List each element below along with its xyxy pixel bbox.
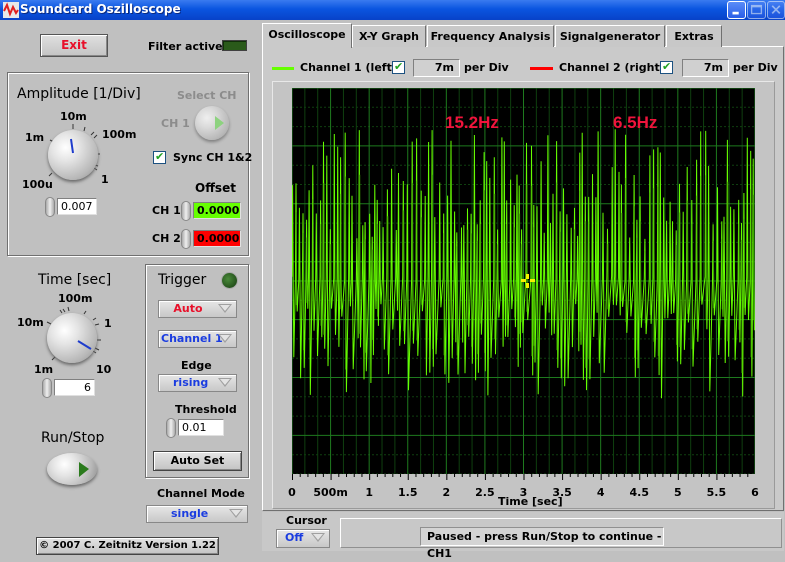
copyright-version: © 2007 C. Zeitnitz Version 1.22	[36, 537, 219, 555]
ch1-frequency-readout: 15.2Hz	[445, 113, 499, 132]
x-tick-label: 4.5	[629, 486, 650, 499]
title-bar: Soundcard Oszilloscope	[0, 0, 785, 20]
sync-ch-checkbox[interactable]: ✔	[153, 150, 166, 164]
trigger-led	[222, 273, 237, 288]
offset-ch2-spinner[interactable]	[181, 229, 191, 249]
time-spinner[interactable]	[42, 378, 52, 398]
x-tick-label: 0	[288, 486, 296, 499]
cursor-value: Off	[285, 531, 304, 544]
select-ch-button[interactable]	[195, 106, 229, 140]
x-tick-label: 1.5	[398, 486, 418, 499]
checkmark-icon: ✔	[662, 60, 672, 73]
maximize-button[interactable]	[747, 1, 766, 19]
close-icon	[771, 5, 781, 14]
filter-active-led	[222, 40, 247, 51]
offset-ch2-label: CH 2	[152, 232, 181, 245]
checkmark-icon: ✔	[155, 150, 165, 163]
minimize-icon	[732, 11, 739, 15]
status-message: Paused - press Run/Stop to continue - CH…	[420, 527, 664, 560]
select-ch-title: Select CH	[177, 89, 237, 102]
time-value-field[interactable]: 6	[54, 379, 95, 396]
tab-frequency-analysis[interactable]: Frequency Analysis	[427, 25, 554, 47]
filter-active-label: Filter active	[148, 40, 223, 53]
amplitude-value-field[interactable]: 0.007	[57, 198, 97, 215]
tab-xy-graph[interactable]: X-Y Graph	[352, 25, 426, 47]
time-knob[interactable]	[47, 313, 97, 363]
chevron-down-icon	[218, 334, 232, 343]
x-tick-label: 4	[596, 486, 605, 499]
chevron-down-icon	[218, 378, 232, 387]
time-knob-pointer	[77, 340, 92, 350]
auto-set-button[interactable]: Auto Set	[153, 451, 242, 471]
offset-ch2-field[interactable]: 0.0000	[193, 230, 241, 247]
amplitude-spinner[interactable]	[45, 197, 55, 217]
threshold-label: Threshold	[175, 403, 237, 416]
amplitude-knob-pointer	[70, 138, 74, 154]
ch1-visible-checkbox[interactable]: ✔	[392, 60, 405, 74]
x-axis-ticks	[292, 474, 749, 480]
tab-signalgenerator[interactable]: Signalgenerator	[555, 25, 665, 47]
amplitude-title: Amplitude [1/Div]	[17, 86, 141, 102]
scope-plot-area[interactable]: 15.2Hz 6.5Hz	[292, 88, 755, 474]
close-button[interactable]	[767, 1, 785, 19]
ch2-per-div-field[interactable]: 7m	[682, 59, 729, 77]
ch1-legend-swatch	[272, 67, 294, 70]
sync-ch-label: Sync CH 1&2	[173, 151, 253, 164]
checkmark-icon: ✔	[394, 60, 404, 73]
trigger-edge-value: rising	[173, 376, 209, 389]
tab-extras[interactable]: Extras	[666, 25, 722, 47]
ch1-per-div-field[interactable]: 7m	[413, 59, 460, 77]
oscilloscope-app-icon	[3, 2, 19, 18]
chevron-down-icon	[229, 509, 243, 518]
maximize-icon	[750, 4, 763, 15]
x-tick-label: 2.5	[475, 486, 495, 499]
ch2-per-div-label: per Div	[733, 61, 778, 74]
edge-label: Edge	[181, 359, 212, 372]
run-stop-label: Run/Stop	[41, 430, 105, 446]
run-stop-button[interactable]	[47, 453, 97, 485]
trigger-source-value: Channel 1	[161, 332, 223, 345]
chevron-down-icon	[218, 304, 232, 313]
x-tick-label: 2	[442, 486, 451, 499]
trigger-title: Trigger	[158, 272, 207, 288]
exit-button[interactable]: Exit	[40, 34, 108, 57]
play-arrow-icon	[215, 116, 224, 130]
minimize-button[interactable]	[727, 1, 746, 19]
ch2-legend-swatch	[530, 67, 553, 70]
trigger-edge-dropdown[interactable]: rising	[158, 374, 237, 392]
x-tick-label: 5.5	[706, 486, 727, 499]
x-tick-label: 500m	[313, 486, 348, 499]
channel-mode-label: Channel Mode	[157, 487, 245, 500]
time-title: Time [sec]	[38, 272, 112, 288]
ch2-frequency-readout: 6.5Hz	[613, 113, 658, 132]
offset-title: Offset	[195, 181, 236, 195]
window-title: Soundcard Oszilloscope	[20, 2, 181, 16]
tab-oscilloscope[interactable]: Oscilloscope	[262, 23, 352, 48]
chevron-down-icon	[311, 533, 325, 542]
offset-ch1-field[interactable]: 0.0000	[193, 202, 241, 219]
select-ch-value: CH 1	[161, 117, 190, 130]
channel-mode-dropdown[interactable]: single	[146, 505, 248, 523]
x-axis-label: Time [sec]	[498, 495, 563, 508]
trigger-source-dropdown[interactable]: Channel 1	[158, 330, 237, 348]
amplitude-knob[interactable]	[48, 130, 98, 180]
x-tick-label: 1	[365, 486, 373, 499]
ch1-legend-label: Channel 1 (left)	[300, 61, 397, 74]
trigger-mode-dropdown[interactable]: Auto	[158, 300, 237, 318]
ch1-per-div-label: per Div	[464, 61, 509, 74]
x-tick-label: 5	[674, 486, 682, 499]
offset-ch1-label: CH 1	[152, 204, 181, 217]
x-tick-label: 6	[751, 486, 759, 499]
offset-ch1-spinner[interactable]	[181, 201, 191, 221]
cursor-dropdown[interactable]: Off	[276, 529, 330, 548]
channel-mode-value: single	[171, 507, 209, 520]
threshold-field[interactable]: 0.01	[178, 419, 224, 436]
threshold-spinner[interactable]	[166, 418, 176, 438]
ch2-legend-label: Channel 2 (right)	[559, 61, 665, 74]
play-arrow-icon	[79, 462, 89, 477]
trigger-mode-value: Auto	[173, 302, 203, 315]
cursor-label: Cursor	[286, 514, 327, 527]
ch2-visible-checkbox[interactable]: ✔	[660, 60, 673, 74]
scope-chart	[292, 88, 755, 474]
